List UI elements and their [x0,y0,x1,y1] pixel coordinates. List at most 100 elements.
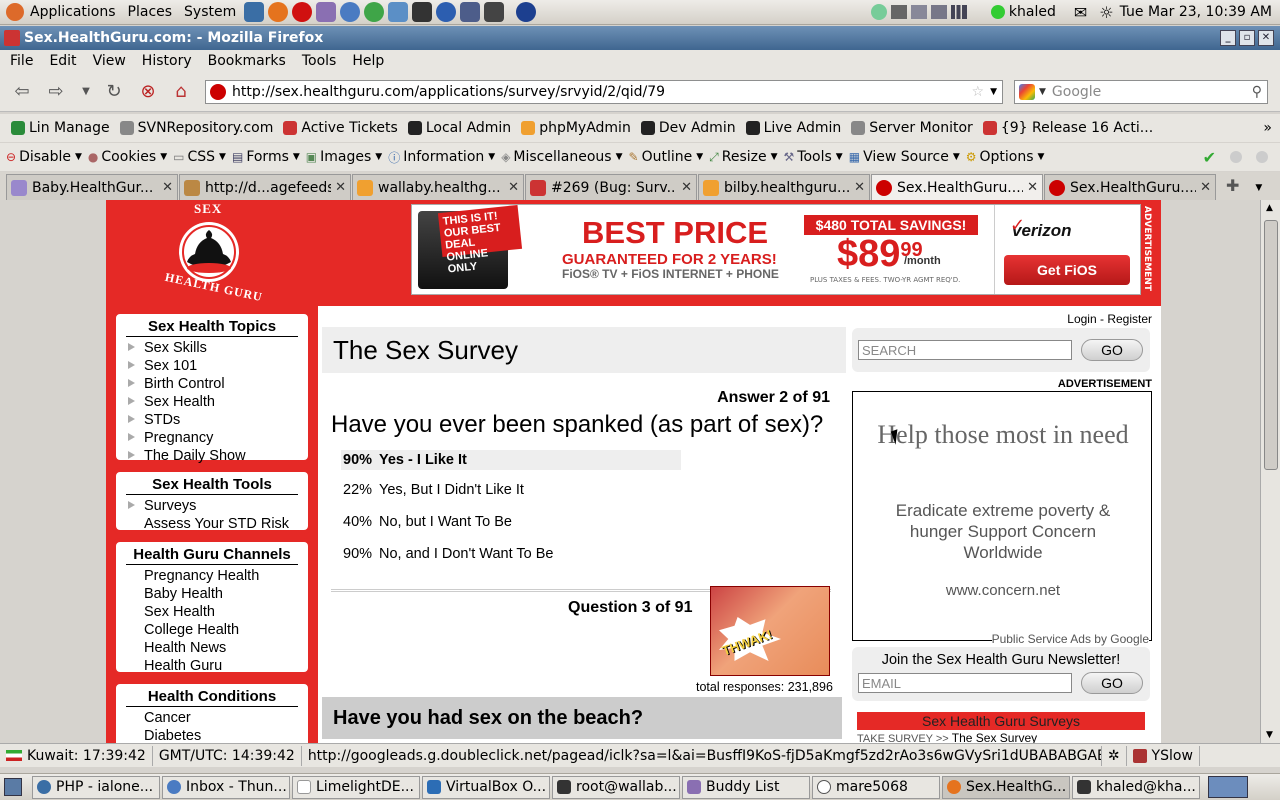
thunderbird-launcher-icon[interactable] [340,2,361,22]
url-text[interactable]: http://sex.healthguru.com/applications/s… [232,84,972,100]
wd-view-source[interactable]: ▦ View Source ▼ [849,149,960,165]
scroll-up-icon[interactable]: ▲ [1266,203,1273,213]
tab-baby-healthguru[interactable]: Baby.HealthGur... ✕ [6,174,178,200]
gnome-foot-icon[interactable] [6,3,24,21]
bookmarks-overflow-icon[interactable]: » [1263,120,1272,136]
history-dropdown-icon[interactable]: ▼ [74,80,98,104]
tab-list-icon[interactable]: ▼ [1255,183,1262,193]
tab-bug-269[interactable]: #269 (Bug: Surv... ✕ [525,174,697,200]
bookmark-server-monitor[interactable]: Server Monitor [848,120,976,136]
zend-launcher-icon[interactable] [364,2,385,22]
tab-close-icon[interactable]: ✕ [335,180,346,195]
wd-resize[interactable]: ⤢ Resize ▼ [709,149,777,165]
topic-birth-control[interactable]: Birth Control [126,375,298,393]
tab-sex-healthguru-active[interactable]: Sex.HealthGuru.... ✕ [871,174,1043,200]
condition-cancer[interactable]: Cancer [126,709,298,727]
search-icon[interactable]: ⚲ [1252,84,1262,100]
site-logo[interactable]: SEX HEALTH GURU [154,201,264,304]
mail-icon[interactable]: ✉ [1074,3,1087,22]
yslow-button[interactable]: YSlow [1127,745,1200,766]
ts-launcher-icon[interactable] [460,2,481,22]
channel-health-guru[interactable]: Health Guru [126,657,298,675]
menu-help[interactable]: Help [346,53,390,69]
tab-close-icon[interactable]: ✕ [681,180,692,195]
stop-icon[interactable]: ⊗ [136,80,160,104]
bookmark-local-admin[interactable]: Local Admin [405,120,514,136]
wd-forms[interactable]: ▤ Forms ▼ [232,149,300,165]
tab-close-icon[interactable]: ✕ [162,180,173,195]
wd-outline[interactable]: ✎ Outline ▼ [629,149,704,165]
tool-std-risk[interactable]: Assess Your STD Risk [126,515,298,533]
panel-menu-places[interactable]: Places [122,4,179,20]
close-window-button[interactable]: ✕ [1258,30,1274,46]
wd-options[interactable]: ⚙ Options ▼ [966,149,1045,165]
home-icon[interactable]: ⌂ [169,80,193,104]
tool-surveys[interactable]: Surveys [126,497,298,515]
get-fios-button[interactable]: Get FiOS [1004,255,1130,285]
tab-wallaby[interactable]: wallaby.healthg... ✕ [352,174,524,200]
user-status-icon[interactable] [990,5,1005,19]
channel-sex-health[interactable]: Sex Health [126,603,298,621]
network-icon[interactable] [870,4,887,20]
task-inbox-thunderbird[interactable]: Inbox - Thun... [162,775,290,799]
firefox-launcher-icon[interactable] [268,2,289,22]
task-buddy-list[interactable]: Buddy List [682,775,810,799]
window-menu-icon[interactable] [4,30,20,46]
channel-health-news[interactable]: Health News [126,639,298,657]
verizon-fios-banner-ad[interactable]: THIS IS IT! OUR BEST DEAL ONLINE ONLY BE… [411,204,1141,295]
question-thumbnail[interactable]: THWAK! [710,586,830,676]
show-desktop-icon[interactable] [4,778,22,796]
channel-college-health[interactable]: College Health [126,621,298,639]
channel-pregnancy-health[interactable]: Pregnancy Health [126,567,298,585]
next-question[interactable]: Have you had sex on the beach? [322,697,842,739]
wd-disable[interactable]: ⊖ Disable ▼ [6,149,82,165]
task-php[interactable]: PHP - ialone... [32,775,160,799]
workspace-switcher[interactable] [1208,776,1248,798]
monitor-launcher-icon[interactable] [388,2,409,22]
wd-css[interactable]: ▭ CSS ▼ [173,149,226,165]
bookmark-live-admin[interactable]: Live Admin [743,120,845,136]
register-link[interactable]: Register [1107,312,1152,326]
email-input[interactable]: EMAIL [858,673,1072,693]
launcher-icon[interactable] [244,2,265,22]
bookmark-svnrepository[interactable]: SVNRepository.com [117,120,277,136]
panel-clock[interactable]: Tue Mar 23, 10:39 AM [1120,4,1272,20]
panel-menu-system[interactable]: System [178,4,242,20]
site-search-input[interactable]: SEARCH [858,340,1072,360]
ssh-launcher-icon[interactable] [484,2,505,22]
menu-bookmarks[interactable]: Bookmarks [202,53,292,69]
panel-user[interactable]: khaled [1009,4,1056,20]
bookmark-lin-manage[interactable]: Lin Manage [8,120,113,136]
tab-close-icon[interactable]: ✕ [1200,180,1211,195]
condition-diabetes[interactable]: Diabetes [126,727,298,743]
task-firefox-active[interactable]: Sex.HealthG... [942,775,1070,799]
opera-launcher-icon[interactable] [292,2,313,22]
weather-icon[interactable]: ☼ [1099,3,1113,22]
tray-icons[interactable] [870,2,981,22]
battery-icon[interactable] [910,5,927,19]
topic-sex-health[interactable]: Sex Health [126,393,298,411]
bookmark-active-tickets[interactable]: Active Tickets [280,120,400,136]
ad-footer[interactable]: Public Service Ads by Google [991,632,1149,646]
scroll-down-icon[interactable]: ▼ [1266,730,1273,740]
signal-icon[interactable] [950,5,967,19]
topic-sex-skills[interactable]: Sex Skills [126,339,298,357]
maximize-button[interactable]: ▫ [1239,30,1255,46]
display-icon[interactable] [890,5,907,19]
reload-icon[interactable]: ↻ [102,80,126,104]
panel-menu-applications[interactable]: Applications [24,4,122,20]
task-virtualbox[interactable]: VirtualBox O... [422,775,550,799]
globe-launcher-icon[interactable] [516,2,537,22]
menu-view[interactable]: View [87,53,132,69]
firebug-icon[interactable]: ✲ [1102,745,1127,766]
tab-agefeeds[interactable]: http://d...agefeeds ✕ [179,174,351,200]
forward-button[interactable]: ⇨ [44,80,68,104]
terminal-launcher-icon[interactable] [412,2,433,22]
ad-url[interactable]: www.concern.net [853,582,1153,599]
menu-file[interactable]: File [4,53,39,69]
tab-close-icon[interactable]: ✕ [854,180,865,195]
tab-close-icon[interactable]: ✕ [508,180,519,195]
task-mare5068[interactable]: mare5068 [812,775,940,799]
orb-launcher-icon[interactable] [436,2,457,22]
login-link[interactable]: Login [1067,312,1096,326]
